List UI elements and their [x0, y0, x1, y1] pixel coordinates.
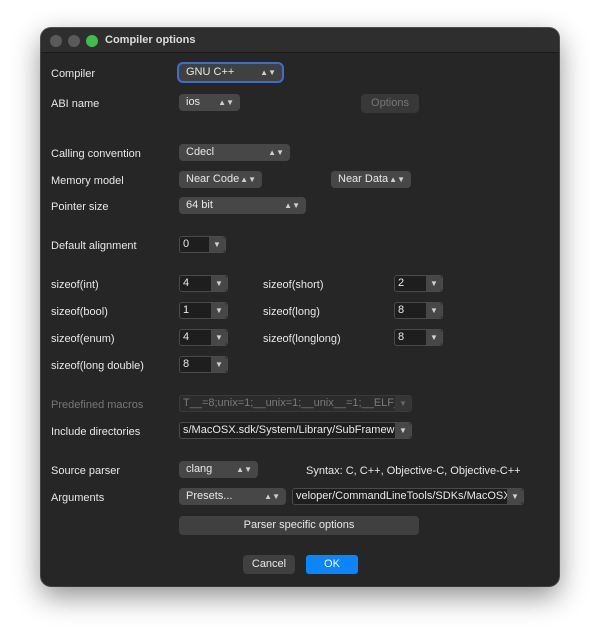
sizeof-long-double-label: sizeof(long double): [51, 360, 144, 372]
sizeof-enum-label: sizeof(enum): [51, 333, 115, 345]
cancel-button[interactable]: Cancel: [243, 555, 295, 574]
predefined-macros-label: Predefined macros: [51, 399, 144, 411]
arguments-presets-select[interactable]: Presets... ▲▼: [179, 488, 286, 505]
default-alignment-label: Default alignment: [51, 240, 137, 252]
memory-model-code-select[interactable]: Near Code ▲▼: [179, 171, 262, 188]
calling-convention-select[interactable]: Cdecl ▲▼: [179, 144, 290, 161]
chevron-down-icon[interactable]: ▼: [211, 330, 227, 345]
sizeof-short-combo[interactable]: 2 ▼: [394, 275, 443, 292]
window-title: Compiler options: [105, 34, 196, 46]
compiler-select[interactable]: GNU C++ ▲▼: [179, 64, 282, 81]
chevron-updown-icon: ▲▼: [236, 465, 252, 474]
predefined-macros-combo[interactable]: T__=8;unix=1;__unix=1;__unix__=1;__ELF__…: [179, 395, 412, 412]
parser-specific-options-button[interactable]: Parser specific options: [179, 516, 419, 535]
chevron-updown-icon: ▲▼: [260, 68, 276, 77]
close-window-button[interactable]: [50, 35, 62, 47]
abi-name-select[interactable]: ios ▲▼: [179, 94, 240, 111]
sizeof-longlong-label: sizeof(longlong): [263, 333, 341, 345]
chevron-updown-icon: ▲▼: [264, 492, 280, 501]
chevron-updown-icon: ▲▼: [389, 175, 405, 184]
sizeof-enum-value: 4: [183, 331, 190, 343]
memory-model-data-value: Near Data: [338, 173, 389, 185]
pointer-size-label: Pointer size: [51, 201, 109, 213]
sizeof-long-double-value: 8: [183, 358, 190, 370]
include-directories-combo[interactable]: s/MacOSX.sdk/System/Library/SubFramework…: [179, 422, 412, 439]
chevron-updown-icon: ▲▼: [218, 98, 234, 107]
sizeof-bool-combo[interactable]: 1 ▼: [179, 302, 228, 319]
chevron-down-icon[interactable]: ▼: [211, 357, 227, 372]
arguments-value: veloper/CommandLineTools/SDKs/MacOSX.sdk: [296, 490, 524, 502]
title-bar: Compiler options: [41, 28, 559, 53]
sizeof-short-value: 2: [398, 277, 405, 289]
memory-model-data-select[interactable]: Near Data ▲▼: [331, 171, 411, 188]
arguments-combo[interactable]: veloper/CommandLineTools/SDKs/MacOSX.sdk…: [292, 488, 524, 505]
chevron-updown-icon: ▲▼: [268, 148, 284, 157]
default-alignment-value: 0: [183, 238, 190, 250]
compiler-options-dialog: Compiler options Compiler GNU C++ ▲▼ ABI…: [41, 28, 559, 586]
ok-button[interactable]: OK: [306, 555, 358, 574]
arguments-label: Arguments: [51, 492, 105, 504]
chevron-down-icon[interactable]: ▼: [209, 237, 225, 252]
sizeof-int-label: sizeof(int): [51, 279, 99, 291]
include-directories-value: s/MacOSX.sdk/System/Library/SubFramework…: [183, 424, 412, 436]
abi-name-value: ios: [186, 96, 201, 108]
source-parser-value: clang: [186, 463, 213, 475]
chevron-down-icon[interactable]: ▼: [426, 276, 442, 291]
sizeof-int-combo[interactable]: 4 ▼: [179, 275, 228, 292]
default-alignment-combo[interactable]: 0 ▼: [179, 236, 226, 253]
sizeof-long-label: sizeof(long): [263, 306, 320, 318]
syntax-label: Syntax: C, C++, Objective-C, Objective-C…: [306, 465, 521, 477]
calling-convention-value: Cdecl: [186, 146, 215, 158]
chevron-updown-icon: ▲▼: [240, 175, 256, 184]
memory-model-code-value: Near Code: [186, 173, 240, 185]
source-parser-select[interactable]: clang ▲▼: [179, 461, 258, 478]
source-parser-label: Source parser: [51, 465, 121, 477]
sizeof-short-label: sizeof(short): [263, 279, 324, 291]
sizeof-bool-value: 1: [183, 304, 190, 316]
sizeof-int-value: 4: [183, 277, 190, 289]
predefined-macros-value: T__=8;unix=1;__unix=1;__unix__=1;__ELF__…: [183, 397, 412, 409]
compiler-value: GNU C++: [186, 66, 235, 78]
memory-model-label: Memory model: [51, 175, 124, 187]
abi-options-button[interactable]: Options: [361, 94, 419, 113]
sizeof-longlong-combo[interactable]: 8 ▼: [394, 329, 443, 346]
sizeof-bool-label: sizeof(bool): [51, 306, 108, 318]
pointer-size-select[interactable]: 64 bit ▲▼: [179, 197, 306, 214]
chevron-down-icon[interactable]: ▼: [507, 489, 523, 504]
compiler-label: Compiler: [51, 68, 96, 80]
chevron-down-icon[interactable]: ▼: [211, 303, 227, 318]
sizeof-long-double-combo[interactable]: 8 ▼: [179, 356, 228, 373]
include-directories-label: Include directories: [51, 426, 141, 438]
minimize-window-button[interactable]: [68, 35, 80, 47]
abi-name-label: ABI name: [51, 98, 100, 110]
sizeof-long-combo[interactable]: 8 ▼: [394, 302, 443, 319]
calling-convention-label: Calling convention: [51, 148, 141, 160]
sizeof-longlong-value: 8: [398, 331, 405, 343]
chevron-down-icon[interactable]: ▼: [211, 276, 227, 291]
zoom-window-button[interactable]: [86, 35, 98, 47]
pointer-size-value: 64 bit: [186, 199, 213, 211]
chevron-down-icon[interactable]: ▼: [395, 423, 411, 438]
chevron-updown-icon: ▲▼: [284, 201, 300, 210]
sizeof-long-value: 8: [398, 304, 405, 316]
sizeof-enum-combo[interactable]: 4 ▼: [179, 329, 228, 346]
arguments-presets-value: Presets...: [186, 490, 233, 502]
chevron-down-icon[interactable]: ▼: [426, 303, 442, 318]
chevron-down-icon[interactable]: ▼: [426, 330, 442, 345]
chevron-down-icon[interactable]: ▼: [395, 396, 411, 411]
